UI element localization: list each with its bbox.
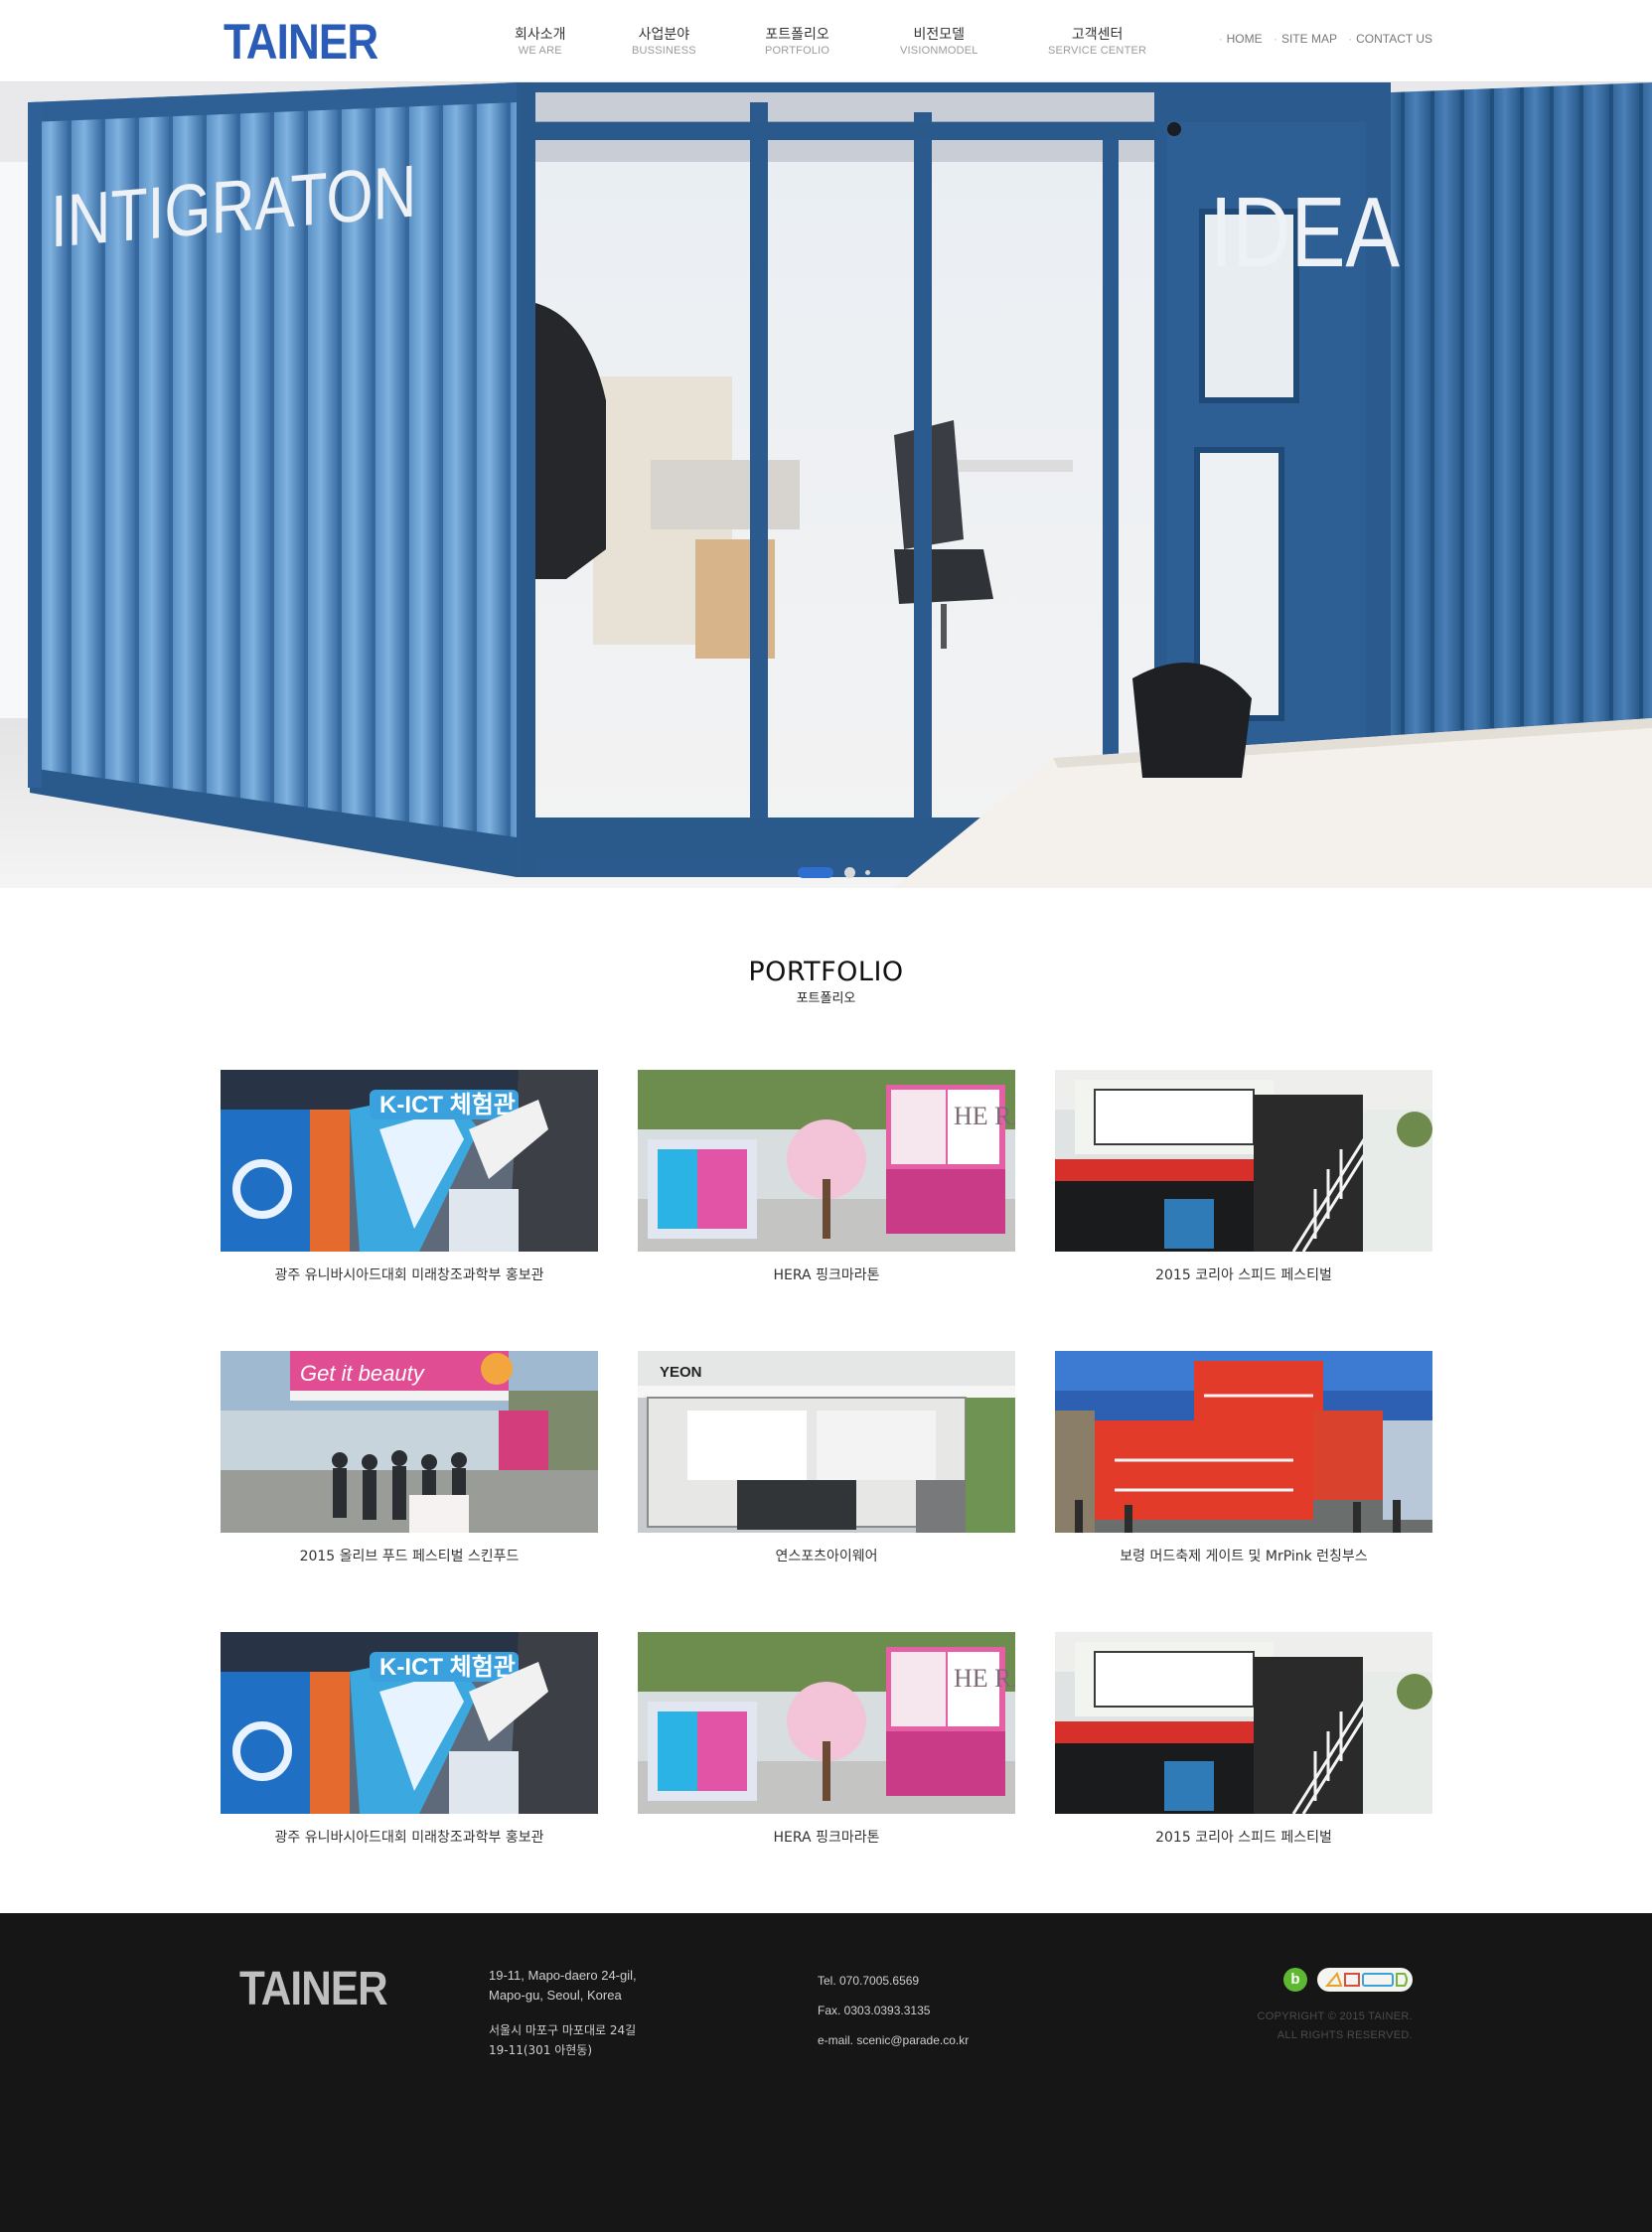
thumb-sign: HE RA bbox=[954, 1102, 1015, 1130]
utility-links: · HOME · SITE MAP · CONTACT US bbox=[1211, 32, 1432, 46]
nav-label-ko: 고객센터 bbox=[1071, 27, 1124, 43]
nav-item-portfolio[interactable]: 포트폴리오 PORTFOLIO bbox=[765, 27, 829, 59]
bullet-icon: · bbox=[1218, 32, 1223, 46]
address-ko-line-1: 서울시 마포구 마포대로 24길 bbox=[489, 2023, 637, 2037]
k-ict-pavilion-photo: K-ICT 체험관 bbox=[221, 1632, 598, 1814]
sitemap-link-label: SITE MAP bbox=[1280, 32, 1337, 46]
footer-email[interactable]: e-mail. scenic@parade.co.kr bbox=[818, 2025, 969, 2055]
nav-label-ko: 회사소개 bbox=[515, 27, 566, 43]
footer-address: 19-11, Mapo-daero 24-gil, Mapo-gu, Seoul… bbox=[489, 1966, 637, 2060]
footer-logo: TAINER bbox=[239, 1963, 388, 2015]
copyright-line-1: COPYRIGHT © 2015 TAINER. bbox=[1257, 2010, 1413, 2022]
hera-pink-booth-photo: HE RA bbox=[638, 1070, 1015, 1252]
nav-label-en: BUSSINESS bbox=[632, 45, 696, 57]
portfolio-subtitle: 포트폴리오 bbox=[796, 991, 856, 1006]
portfolio-caption: 2015 올리브 푸드 페스티벌 스킨푸드 bbox=[299, 1549, 520, 1564]
nav-label-en: PORTFOLIO bbox=[765, 45, 830, 57]
shape-logo-icon[interactable] bbox=[1317, 1968, 1413, 1992]
thumb-sign: K-ICT 체험관 bbox=[379, 1654, 516, 1681]
nav-label-ko: 포트폴리오 bbox=[765, 27, 829, 43]
hero-sign-right: IDEA bbox=[1210, 177, 1400, 288]
thumb-sign: YEON bbox=[660, 1364, 702, 1381]
portfolio-title: PORTFOLIO bbox=[748, 957, 904, 987]
contact-link-label: CONTACT US bbox=[1356, 32, 1432, 46]
portfolio-card[interactable]: 보령 머드축제 게이트 및 MrPink 런칭부스 bbox=[1055, 1351, 1432, 1565]
portfolio-caption: 광주 유니바시아드대회 미래창조과학부 홍보관 bbox=[274, 1267, 544, 1283]
k-ict-pavilion-photo: K-ICT 체험관 bbox=[221, 1070, 598, 1252]
portfolio-caption: HERA 핑크마라톤 bbox=[773, 1830, 880, 1846]
nav-item-service-center[interactable]: 고객센터 SERVICE CENTER bbox=[1048, 27, 1146, 59]
hero-container-office-photo: INTIGRATON IDEA bbox=[0, 82, 1652, 888]
nav-label-en: SERVICE CENTER bbox=[1048, 45, 1147, 57]
nav-item-we-are[interactable]: 회사소개 WE ARE bbox=[515, 27, 566, 59]
portfolio-caption: 광주 유니바시아드대회 미래창조과학부 홍보관 bbox=[274, 1830, 544, 1846]
nav-label-ko: 비전모델 bbox=[913, 27, 966, 43]
nav-label-en: VISIONMODEL bbox=[900, 45, 978, 57]
contact-link[interactable]: · CONTACT US bbox=[1348, 32, 1432, 46]
bullet-icon: · bbox=[1273, 32, 1277, 46]
portfolio-card[interactable]: 2015 코리아 스피드 페스티벌 bbox=[1055, 1632, 1432, 1847]
portfolio-caption: 2015 코리아 스피드 페스티벌 bbox=[1155, 1830, 1332, 1846]
footer-contact: Tel. 070.7005.6569 Fax. 0303.0393.3135 e… bbox=[818, 1966, 969, 2055]
portfolio-caption: 연스포츠아이웨어 bbox=[775, 1549, 878, 1564]
site-header: TAINER 회사소개 WE ARE 사업분야 BUSSINESS 포트폴리오 … bbox=[0, 0, 1652, 82]
portfolio-caption: HERA 핑크마라톤 bbox=[773, 1267, 880, 1283]
mud-festival-gate-photo bbox=[1055, 1351, 1432, 1533]
portfolio-card[interactable]: HE RA HERA 핑크마라톤 bbox=[638, 1632, 1015, 1847]
portfolio-card[interactable]: K-ICT 체험관 광주 유니바시아드대회 미래창조과학부 홍보관 bbox=[221, 1632, 598, 1847]
portfolio-card[interactable]: Get it beauty 2015 올리브 푸드 페스티벌 스킨푸드 bbox=[221, 1351, 598, 1565]
skinfood-booth-photo: Get it beauty bbox=[221, 1351, 598, 1533]
home-link[interactable]: · HOME bbox=[1219, 32, 1263, 46]
slide-dot-1-active[interactable] bbox=[798, 867, 833, 878]
footer-fax: Fax. 0303.0393.3135 bbox=[818, 2004, 931, 2017]
thumb-sign: Get it beauty bbox=[300, 1361, 426, 1386]
nav-label-ko: 사업분야 bbox=[638, 27, 690, 43]
copyright: COPYRIGHT © 2015 TAINER. ALL RIGHTS RESE… bbox=[1257, 2008, 1413, 2045]
address-en-line-1: 19-11, Mapo-daero 24-gil, bbox=[489, 1968, 637, 1983]
speed-festival-booth-photo bbox=[1055, 1632, 1432, 1814]
portfolio-card[interactable]: YEON 연스포츠아이웨어 bbox=[638, 1351, 1015, 1565]
hera-pink-booth-photo: HE RA bbox=[638, 1632, 1015, 1814]
nav-label-en: WE ARE bbox=[518, 45, 562, 57]
hero-slider[interactable]: INTIGRATON IDEA bbox=[0, 82, 1652, 888]
nav-item-visionmodel[interactable]: 비전모델 VISIONMODEL bbox=[900, 27, 978, 59]
slide-dot-3[interactable] bbox=[865, 870, 870, 875]
portfolio-caption: 2015 코리아 스피드 페스티벌 bbox=[1155, 1267, 1332, 1283]
portfolio-card[interactable]: 2015 코리아 스피드 페스티벌 bbox=[1055, 1070, 1432, 1284]
thumb-sign: HE RA bbox=[954, 1664, 1015, 1693]
copyright-line-2: ALL RIGHTS RESERVED. bbox=[1277, 2029, 1413, 2041]
nav-item-business[interactable]: 사업분야 BUSSINESS bbox=[632, 27, 696, 59]
blog-icon[interactable]: b bbox=[1283, 1968, 1307, 1992]
sitemap-link[interactable]: · SITE MAP bbox=[1274, 32, 1337, 46]
speed-festival-booth-photo bbox=[1055, 1070, 1432, 1252]
thumb-sign: K-ICT 체험관 bbox=[379, 1092, 516, 1118]
footer-tel: Tel. 070.7005.6569 bbox=[818, 1974, 920, 1988]
yeon-eyewear-shop-photo: YEON bbox=[638, 1351, 1015, 1533]
home-link-label: HOME bbox=[1226, 32, 1263, 46]
address-en-line-2: Mapo-gu, Seoul, Korea bbox=[489, 1988, 622, 2003]
portfolio-card[interactable]: K-ICT 체험관 광주 유니바시아드대회 미래창조과학부 홍보관 bbox=[221, 1070, 598, 1284]
address-ko-line-2: 19-11(301 아현동) bbox=[489, 2043, 593, 2057]
portfolio-card[interactable]: HE RA HERA 핑크마라톤 bbox=[638, 1070, 1015, 1284]
site-footer: TAINER 19-11, Mapo-daero 24-gil, Mapo-gu… bbox=[0, 1913, 1652, 2232]
slide-dot-2[interactable] bbox=[844, 867, 855, 878]
bullet-icon: · bbox=[1348, 32, 1353, 46]
portfolio-caption: 보령 머드축제 게이트 및 MrPink 런칭부스 bbox=[1120, 1549, 1368, 1564]
